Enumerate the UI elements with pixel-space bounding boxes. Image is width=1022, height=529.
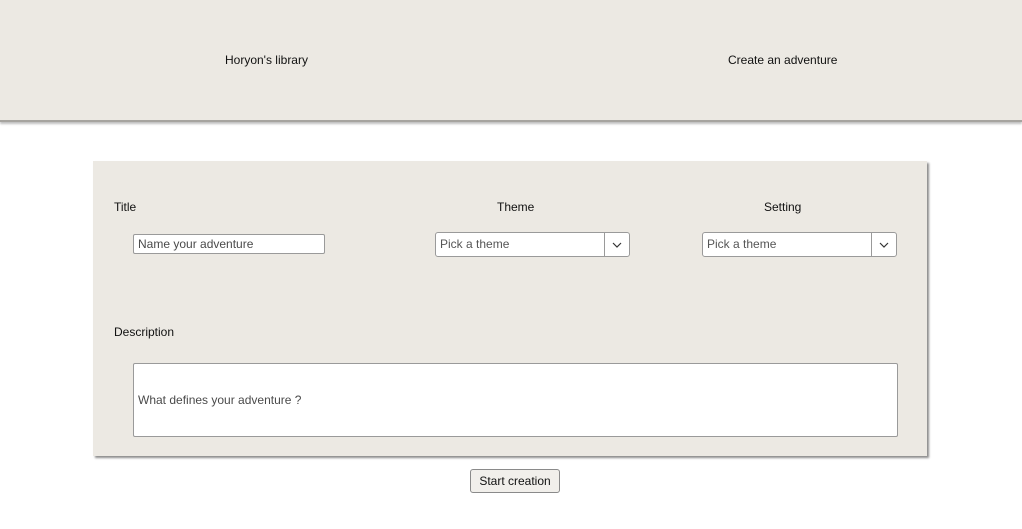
setting-select-placeholder: Pick a theme (707, 237, 777, 251)
description-placeholder: What defines your adventure ? (138, 393, 302, 407)
theme-dropdown-button[interactable] (604, 233, 629, 256)
top-navigation-bar: Horyon's library Create an adventure (0, 0, 1022, 122)
setting-label: Setting (764, 200, 802, 214)
description-textarea[interactable]: What defines your adventure ? (133, 363, 898, 437)
title-label: Title (114, 200, 137, 214)
adventure-form-panel: Title Theme Pick a theme Setting Pick a … (93, 161, 927, 456)
setting-select[interactable]: Pick a theme (702, 232, 897, 257)
chevron-down-icon (612, 242, 622, 248)
theme-select[interactable]: Pick a theme (435, 232, 630, 257)
chevron-down-icon (879, 242, 889, 248)
nav-link-library[interactable]: Horyon's library (225, 53, 308, 67)
title-input[interactable] (133, 234, 325, 254)
theme-label: Theme (497, 200, 535, 214)
start-creation-button[interactable]: Start creation (470, 469, 560, 493)
description-label: Description (114, 325, 175, 339)
setting-dropdown-button[interactable] (871, 233, 896, 256)
theme-select-placeholder: Pick a theme (440, 237, 510, 251)
nav-link-create-adventure[interactable]: Create an adventure (728, 53, 837, 67)
